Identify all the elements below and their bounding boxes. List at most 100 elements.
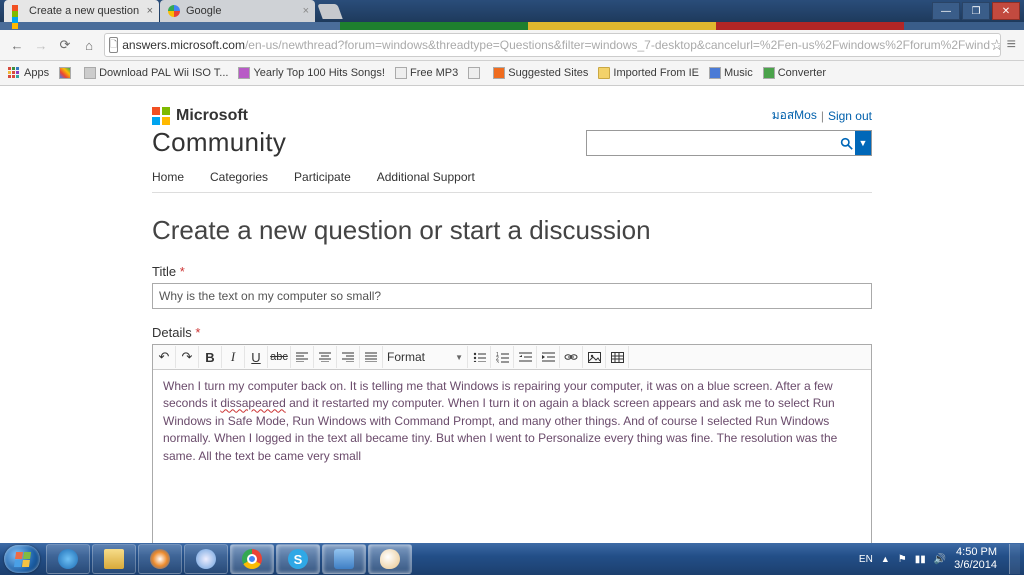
redo-button[interactable]: ↷ bbox=[176, 346, 199, 368]
windows-taskbar: S EN ▲ ⚑ ▮▮ 🔊 4:50 PM 3/6/2014 bbox=[0, 543, 1024, 575]
bookmark-item[interactable]: Converter bbox=[763, 67, 826, 79]
align-left-button[interactable] bbox=[291, 346, 314, 368]
indent-button[interactable] bbox=[537, 346, 560, 368]
tab-close-icon[interactable]: × bbox=[303, 5, 309, 17]
system-tray: EN ▲ ⚑ ▮▮ 🔊 4:50 PM 3/6/2014 bbox=[859, 544, 1024, 574]
forward-button[interactable]: → bbox=[32, 38, 50, 53]
browser-toolbar: ← → ⟳ ⌂ 🗋 answers.microsoft.com/en-us/ne… bbox=[0, 30, 1024, 61]
search-scope-dropdown[interactable]: ▼ bbox=[855, 131, 871, 155]
page-icon bbox=[395, 67, 407, 79]
bookmark-item[interactable] bbox=[59, 67, 74, 79]
ie-icon bbox=[58, 549, 78, 569]
nav-home[interactable]: Home bbox=[152, 170, 184, 184]
search-input[interactable] bbox=[587, 131, 837, 155]
taskbar-explorer-button[interactable] bbox=[92, 544, 136, 574]
bookmark-item[interactable]: Yearly Top 100 Hits Songs! bbox=[238, 67, 384, 79]
page-title: Create a new question or start a discuss… bbox=[152, 215, 872, 246]
start-button[interactable] bbox=[4, 545, 40, 573]
bookmark-item[interactable] bbox=[468, 67, 483, 79]
taskbar-wmp-button[interactable] bbox=[138, 544, 182, 574]
page-icon bbox=[493, 67, 505, 79]
tab-close-icon[interactable]: × bbox=[147, 5, 153, 17]
site-search: ▼ bbox=[586, 130, 872, 156]
bookmark-star-icon[interactable]: ☆ bbox=[990, 36, 1001, 54]
align-right-button[interactable] bbox=[337, 346, 360, 368]
align-justify-button[interactable] bbox=[360, 346, 383, 368]
details-textarea[interactable]: When I turn my computer back on. It is t… bbox=[153, 370, 871, 545]
taskbar-itunes-button[interactable] bbox=[184, 544, 228, 574]
back-button[interactable]: ← bbox=[8, 38, 26, 53]
nav-participate[interactable]: Participate bbox=[294, 170, 351, 184]
align-center-button[interactable] bbox=[314, 346, 337, 368]
question-title-input[interactable] bbox=[152, 283, 872, 309]
browser-tab-active[interactable]: Create a new question or start a × bbox=[4, 0, 159, 22]
media-player-icon bbox=[150, 549, 170, 569]
italic-button[interactable]: I bbox=[222, 346, 245, 368]
page-info-icon[interactable]: 🗋 bbox=[109, 37, 118, 53]
apps-label: Apps bbox=[24, 67, 49, 79]
tray-action-center-icon[interactable]: ⚑ bbox=[898, 554, 907, 565]
taskbar-ie-button[interactable] bbox=[46, 544, 90, 574]
bookmark-item[interactable]: Music bbox=[709, 67, 753, 79]
tray-clock[interactable]: 4:50 PM 3/6/2014 bbox=[954, 546, 997, 571]
language-indicator[interactable]: EN bbox=[859, 554, 873, 565]
chrome-menu-button[interactable]: ≡ bbox=[1007, 36, 1016, 54]
bookmark-folder[interactable]: Imported From IE bbox=[598, 67, 699, 79]
outdent-button[interactable] bbox=[514, 346, 537, 368]
page-icon bbox=[238, 67, 250, 79]
google-favicon bbox=[168, 5, 180, 17]
page-icon bbox=[84, 67, 96, 79]
home-button[interactable]: ⌂ bbox=[80, 38, 98, 53]
window-close-button[interactable]: ✕ bbox=[992, 2, 1020, 20]
tab-title: Google bbox=[186, 5, 221, 17]
strikethrough-button[interactable]: abc bbox=[268, 346, 291, 368]
tray-show-hidden-icon[interactable]: ▲ bbox=[881, 554, 890, 564]
page-viewport: Microsoft มอสMos | Sign out Community ▼ … bbox=[0, 86, 1024, 545]
show-desktop-button[interactable] bbox=[1009, 544, 1020, 574]
google-icon bbox=[59, 67, 71, 79]
sign-out-link[interactable]: Sign out bbox=[828, 109, 872, 123]
tray-volume-icon[interactable]: 🔊 bbox=[934, 554, 946, 565]
undo-button[interactable]: ↶ bbox=[153, 346, 176, 368]
skype-icon: S bbox=[288, 549, 308, 569]
taskbar-paint-button[interactable] bbox=[368, 544, 412, 574]
browser-tab-inactive[interactable]: Google × bbox=[160, 0, 315, 22]
app-icon bbox=[334, 549, 354, 569]
insert-image-button[interactable] bbox=[583, 346, 606, 368]
bookmark-item[interactable]: Suggested Sites bbox=[493, 67, 588, 79]
tray-network-icon[interactable]: ▮▮ bbox=[915, 554, 926, 565]
taskbar-app4-button[interactable] bbox=[322, 544, 366, 574]
title-field-label: Title * bbox=[152, 264, 872, 279]
svg-text:3: 3 bbox=[496, 360, 499, 363]
bookmark-item[interactable]: Download PAL Wii ISO T... bbox=[84, 67, 228, 79]
folder-icon bbox=[598, 67, 610, 79]
bulleted-list-button[interactable] bbox=[468, 346, 491, 368]
brand-name: Microsoft bbox=[176, 107, 248, 125]
insert-link-button[interactable] bbox=[560, 346, 583, 368]
bookmark-item[interactable]: Free MP3 bbox=[395, 67, 458, 79]
bold-button[interactable]: B bbox=[199, 346, 222, 368]
user-profile-link[interactable]: มอสMos bbox=[772, 106, 817, 125]
nav-additional-support[interactable]: Additional Support bbox=[377, 170, 475, 184]
search-button[interactable] bbox=[837, 131, 855, 155]
nav-categories[interactable]: Categories bbox=[210, 170, 268, 184]
reload-button[interactable]: ⟳ bbox=[56, 37, 74, 53]
numbered-list-button[interactable]: 123 bbox=[491, 346, 514, 368]
taskbar-chrome-button[interactable] bbox=[230, 544, 274, 574]
page-icon bbox=[709, 67, 721, 79]
address-bar[interactable]: 🗋 answers.microsoft.com/en-us/newthread?… bbox=[104, 33, 1001, 57]
insert-table-button[interactable] bbox=[606, 346, 629, 368]
taskbar-skype-button[interactable]: S bbox=[276, 544, 320, 574]
chrome-icon bbox=[242, 549, 262, 569]
paint-icon bbox=[380, 549, 400, 569]
format-dropdown[interactable]: Format▼ bbox=[383, 346, 468, 368]
underline-button[interactable]: U bbox=[245, 346, 268, 368]
main-nav: Home Categories Participate Additional S… bbox=[152, 170, 872, 193]
tab-title: Create a new question or start a bbox=[29, 5, 139, 17]
window-maximize-button[interactable]: ❐ bbox=[962, 2, 990, 20]
windows-flag-icon bbox=[13, 552, 30, 567]
site-header: Microsoft มอสMos | Sign out bbox=[152, 106, 872, 125]
apps-button[interactable]: Apps bbox=[8, 67, 49, 79]
search-icon bbox=[840, 137, 853, 150]
window-minimize-button[interactable]: — bbox=[932, 2, 960, 20]
